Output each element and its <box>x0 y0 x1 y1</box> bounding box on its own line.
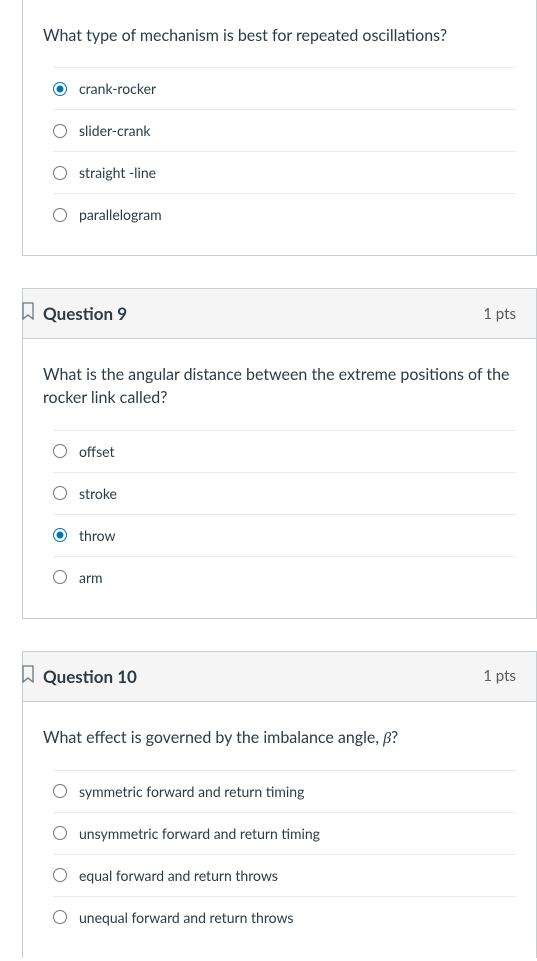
option-label: slider-crank <box>79 122 151 139</box>
question-card-9: Question 9 1 pts What is the angular dis… <box>22 288 537 618</box>
option-row[interactable]: throw <box>53 514 516 556</box>
option-row[interactable]: symmetric forward and return timing <box>53 770 516 812</box>
question-body: What effect is governed by the imbalance… <box>23 702 536 958</box>
prompt-text: What effect is governed by the imbalance… <box>43 728 383 747</box>
option-label: equal forward and return throws <box>79 867 278 884</box>
option-label: arm <box>79 569 103 586</box>
radio-icon[interactable] <box>53 486 67 500</box>
question-card-10: Question 10 1 pts What effect is governe… <box>22 651 537 958</box>
option-row[interactable]: arm <box>53 556 516 598</box>
option-label: throw <box>79 527 115 544</box>
option-label: crank-rocker <box>79 80 156 97</box>
question-body: What type of mechanism is best for repea… <box>23 0 536 255</box>
option-row[interactable]: unequal forward and return throws <box>53 896 516 938</box>
option-label: unsymmetric forward and return timing <box>79 825 320 842</box>
question-card-8: What type of mechanism is best for repea… <box>22 0 537 256</box>
radio-icon[interactable] <box>53 124 67 138</box>
options-list: symmetric forward and return timing unsy… <box>43 770 516 948</box>
bookmark-icon <box>22 302 34 322</box>
bookmark-icon <box>22 665 34 685</box>
question-header: Question 9 1 pts <box>23 289 536 339</box>
question-title: Question 10 <box>43 666 137 687</box>
question-prompt: What is the angular distance between the… <box>43 363 516 409</box>
radio-icon[interactable] <box>53 826 67 840</box>
option-label: parallelogram <box>79 206 162 223</box>
radio-icon[interactable] <box>53 570 67 584</box>
option-label: unequal forward and return throws <box>79 909 293 926</box>
option-label: stroke <box>79 485 117 502</box>
radio-icon[interactable] <box>53 82 67 96</box>
option-row[interactable]: unsymmetric forward and return timing <box>53 812 516 854</box>
prompt-text: ? <box>391 728 398 747</box>
radio-icon[interactable] <box>53 208 67 222</box>
radio-icon[interactable] <box>53 444 67 458</box>
radio-icon[interactable] <box>53 528 67 542</box>
option-row[interactable]: stroke <box>53 472 516 514</box>
radio-icon[interactable] <box>53 784 67 798</box>
options-list: offset stroke throw arm <box>43 430 516 608</box>
question-body: What is the angular distance between the… <box>23 339 536 617</box>
question-points: 1 pts <box>483 305 516 323</box>
question-points: 1 pts <box>483 667 516 685</box>
option-row[interactable]: parallelogram <box>53 193 516 235</box>
question-header: Question 10 1 pts <box>23 652 536 702</box>
beta-symbol: β <box>383 730 391 747</box>
option-label: offset <box>79 443 115 460</box>
option-row[interactable]: equal forward and return throws <box>53 854 516 896</box>
option-label: symmetric forward and return timing <box>79 783 304 800</box>
radio-icon[interactable] <box>53 166 67 180</box>
question-prompt: What type of mechanism is best for repea… <box>43 24 516 47</box>
radio-icon[interactable] <box>53 868 67 882</box>
radio-icon[interactable] <box>53 910 67 924</box>
question-prompt: What effect is governed by the imbalance… <box>43 726 516 750</box>
option-row[interactable]: offset <box>53 430 516 472</box>
question-title: Question 9 <box>43 303 127 324</box>
option-row[interactable]: slider-crank <box>53 109 516 151</box>
option-row[interactable]: crank-rocker <box>53 67 516 109</box>
options-list: crank-rocker slider-crank straight -line… <box>43 67 516 245</box>
option-row[interactable]: straight -line <box>53 151 516 193</box>
option-label: straight -line <box>79 164 156 181</box>
